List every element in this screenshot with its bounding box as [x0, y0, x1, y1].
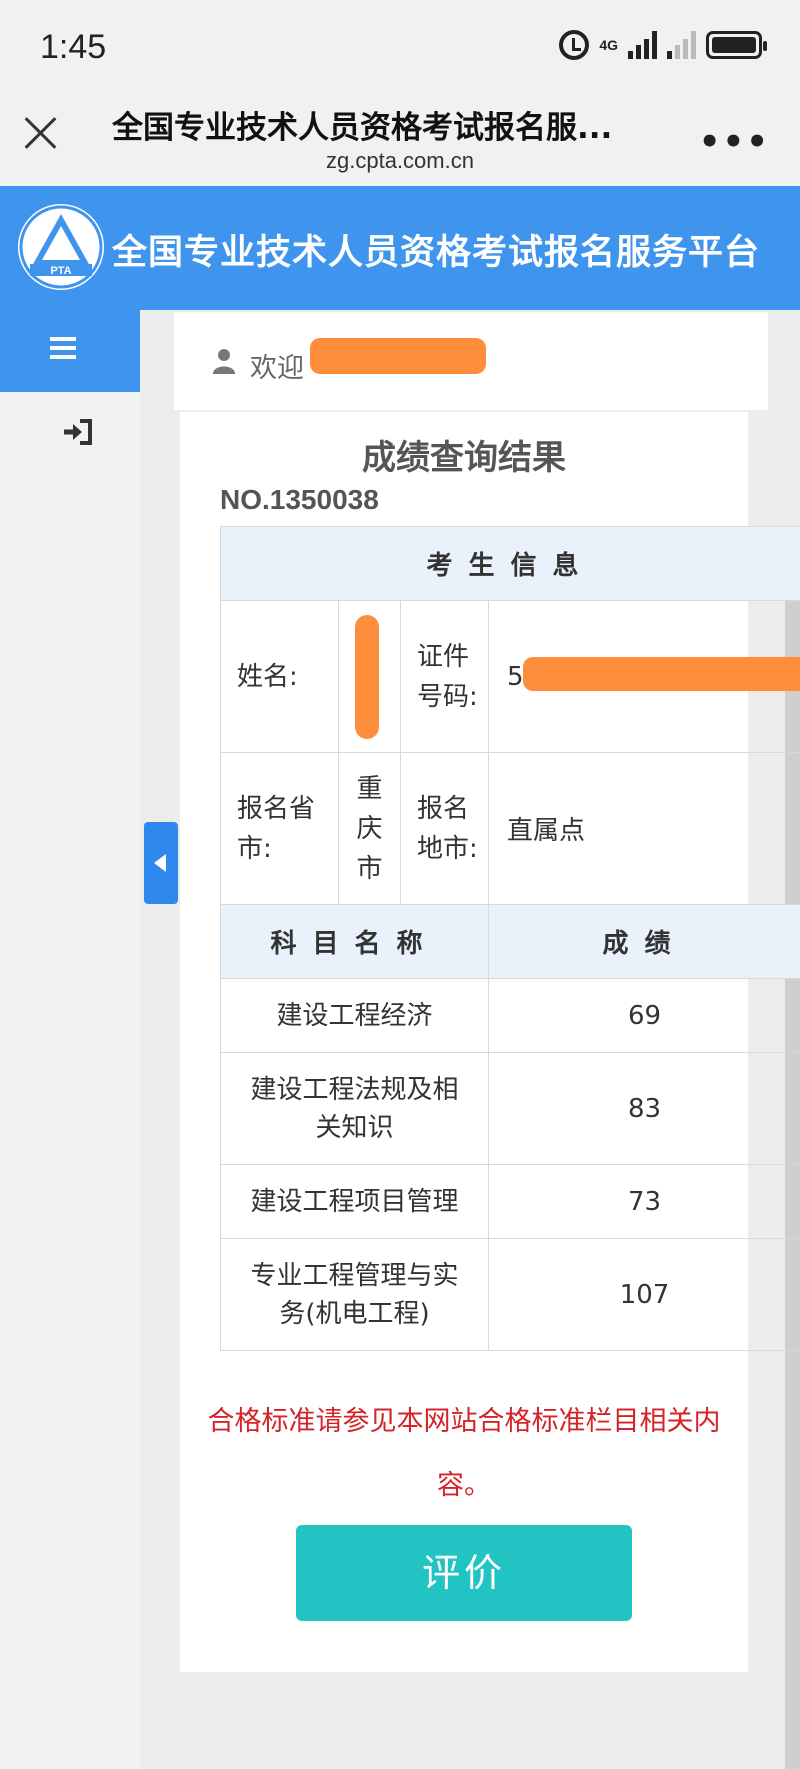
- side-collapse-tab[interactable]: [144, 822, 178, 904]
- redacted-username: [310, 338, 486, 374]
- evaluate-button[interactable]: 评价: [296, 1525, 632, 1621]
- browser-url: zg.cpta.com.cn: [326, 148, 474, 173]
- login-icon[interactable]: [62, 418, 94, 446]
- subject-score: 73: [487, 1164, 800, 1239]
- welcome-text: 欢迎: [250, 353, 304, 384]
- welcome-panel: 欢迎: [174, 312, 768, 410]
- nav-toggle-button[interactable]: [0, 310, 140, 392]
- id-label: 证件号码:: [400, 600, 489, 753]
- table-row: 专业工程管理与实务(机电工程) 107: [220, 1238, 800, 1351]
- candidate-header-row: 考生信息: [219, 526, 800, 601]
- site-header: PTA 全国专业技术人员资格考试报名服务平台: [0, 186, 800, 310]
- table-row: 建设工程法规及相关知识 83: [220, 1052, 800, 1165]
- redacted-id: [523, 657, 800, 691]
- subject-score: 107: [487, 1238, 800, 1351]
- region-row: 报名省市: 重庆市 报名地市: 直属点: [220, 752, 800, 905]
- subject-score: 69: [487, 978, 800, 1053]
- table-row: 建设工程经济 69: [220, 978, 800, 1053]
- pass-standard-notice: 合格标准请参见本网站合格标准栏目相关内容。: [207, 1406, 721, 1501]
- subject-header: 科目名称: [220, 904, 489, 979]
- province-label: 报名省市:: [220, 752, 339, 905]
- alarm-icon: [559, 30, 590, 60]
- result-table: 考生信息 姓名: 证件号码: 5 报名省市: 重庆市 报名地市: 直属点 科目名…: [219, 526, 800, 1351]
- more-icon[interactable]: •••: [699, 122, 770, 162]
- score-header-row: 科目名称 成绩: [220, 904, 800, 979]
- caret-left-icon: [154, 854, 166, 872]
- subject-name: 建设工程项目管理: [220, 1164, 489, 1239]
- browser-title: 全国专业技术人员资格考试报名服...: [112, 110, 613, 146]
- user-icon: [212, 348, 236, 374]
- status-icons: 4G: [559, 30, 767, 60]
- close-icon[interactable]: [24, 116, 56, 148]
- site-title: 全国专业技术人员资格考试报名服务平台: [112, 233, 761, 273]
- network-type: 4G: [599, 37, 618, 53]
- pta-logo: PTA: [18, 204, 104, 290]
- candidate-info-header: 考生信息: [219, 526, 800, 601]
- subject-name: 建设工程经济: [220, 978, 489, 1053]
- province-value: 重庆市: [338, 752, 401, 905]
- city-label: 报名地市:: [400, 752, 489, 905]
- menu-icon: [50, 337, 76, 359]
- signal-weak-icon: [667, 31, 696, 59]
- result-title: 成绩查询结果: [362, 438, 566, 478]
- status-bar: 1:45 4G: [0, 0, 800, 96]
- redacted-name: [355, 615, 379, 739]
- subject-score: 83: [487, 1052, 800, 1165]
- subject-name: 专业工程管理与实务(机电工程): [220, 1238, 489, 1351]
- battery-icon: [706, 31, 767, 59]
- logo-text: PTA: [50, 265, 71, 277]
- score-header: 成绩: [487, 904, 800, 979]
- status-time: 1:45: [40, 28, 107, 66]
- id-value: 5: [487, 600, 800, 753]
- table-row: 建设工程项目管理 73: [220, 1164, 800, 1239]
- signal-icon: [628, 31, 657, 59]
- identity-row: 姓名: 证件号码: 5: [220, 600, 800, 753]
- id-value-prefix: 5: [507, 661, 524, 692]
- name-label: 姓名:: [220, 600, 339, 753]
- name-value: [338, 600, 401, 753]
- subject-name: 建设工程法规及相关知识: [220, 1052, 489, 1165]
- city-value: 直属点: [487, 752, 800, 905]
- browser-bar: 全国专业技术人员资格考试报名服... zg.cpta.com.cn •••: [0, 96, 800, 186]
- record-number: NO.1350038: [220, 484, 379, 515]
